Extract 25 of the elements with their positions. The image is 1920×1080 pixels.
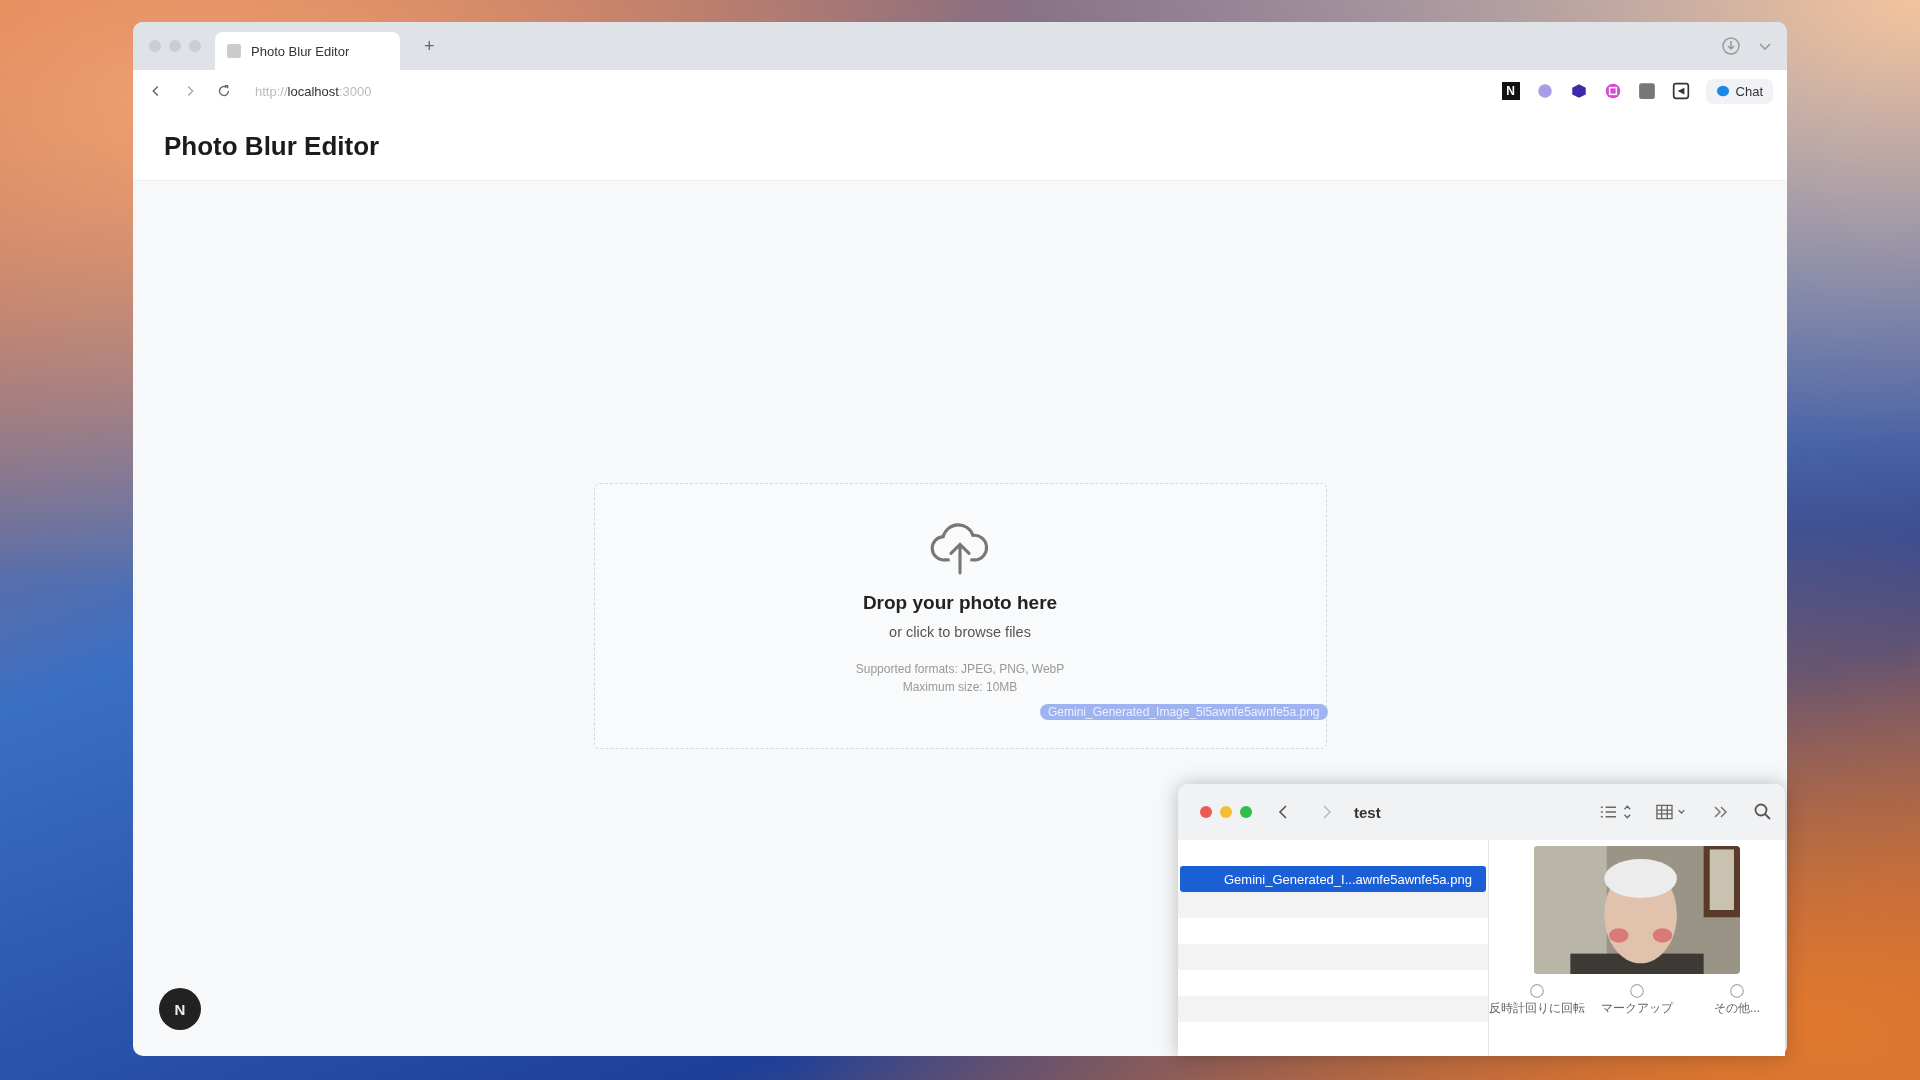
preview-action[interactable]: その他... — [1689, 982, 1785, 1016]
extension-icon[interactable] — [1569, 82, 1588, 100]
new-tab-button[interactable]: + — [420, 35, 439, 57]
page-icon — [227, 44, 241, 58]
extension-icon[interactable] — [1671, 82, 1690, 100]
window-title: test — [1354, 803, 1381, 821]
dropzone-subheading: or click to browse files — [889, 624, 1031, 640]
browser-tab[interactable]: Photo Blur Editor — [215, 32, 400, 70]
close-button[interactable] — [1200, 806, 1212, 818]
extension-icon[interactable]: N — [1501, 82, 1520, 100]
dev-badge[interactable]: N — [159, 988, 201, 1030]
zoom-button[interactable] — [1240, 806, 1252, 818]
chat-bubble-icon — [1715, 84, 1730, 98]
preview-action[interactable]: 反時計回りに回転 — [1489, 982, 1585, 1016]
download-icon[interactable] — [1721, 36, 1741, 56]
file-row[interactable]: Gemini_Generated_I...awnfe5awnfe5a.png — [1180, 866, 1486, 892]
preview-action[interactable]: マークアップ — [1589, 982, 1685, 1016]
page-title: Photo Blur Editor — [164, 130, 380, 162]
max-size-note: Maximum size: 10MB — [902, 680, 1018, 694]
chat-button[interactable]: Chat — [1705, 78, 1773, 104]
search-icon[interactable] — [1753, 802, 1773, 822]
dragged-file-label: Gemini_Generated_Image_5l5awnfe5awnfe5a.png — [1040, 704, 1328, 720]
address-field[interactable]: http://localhost:3000 — [255, 83, 372, 99]
formats-note: Supported formats: JPEG, PNG, WebP — [855, 662, 1065, 676]
dropzone-heading: Drop your photo here — [862, 592, 1058, 614]
